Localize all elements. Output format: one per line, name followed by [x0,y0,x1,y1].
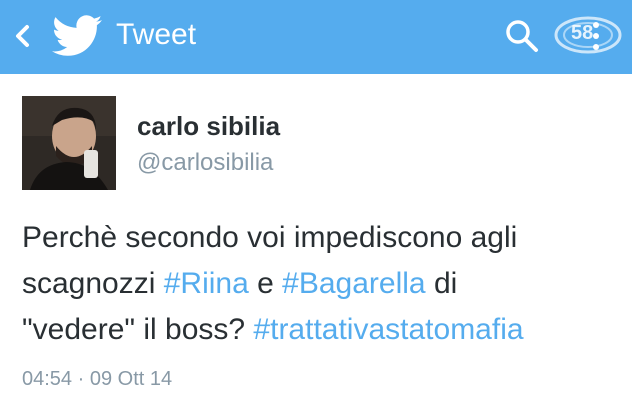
tweet-timestamp: 04:54 · 09 Ott 14 [22,366,172,392]
timestamp-separator: · [72,368,90,390]
tweet-text-segment: e [248,267,283,300]
tweet-text-segment: "vedere" il boss? [22,313,254,346]
overflow-menu-icon[interactable] [590,16,602,56]
top-app-bar: Tweet 58 [0,0,632,74]
hashtag-bagarella[interactable]: #Bagarella [282,267,425,300]
author-avatar[interactable] [22,96,116,190]
tweet-line-2: scagnozzi #Riina e #Bagarella di [22,261,622,307]
tweet-text-segment: di [425,267,458,300]
tweet-line-3: "vedere" il boss? #trattativastatomafia [22,307,622,353]
author-name[interactable]: carlo sibilia [137,110,280,142]
channel-watermark-logo: 58 [546,12,626,58]
avatar-photo [22,96,116,190]
tweet-text: Perchè secondo voi impediscono agli scag… [22,215,622,353]
search-icon[interactable] [502,16,542,56]
tweet-date: 09 Ott 14 [89,368,173,390]
tweet-time: 04:54 [22,368,73,390]
hashtag-trattativastatomafia[interactable]: #trattativastatomafia [253,313,523,346]
tweet-line-1: Perchè secondo voi impediscono agli [22,221,518,254]
tweet-text-segment: scagnozzi [22,267,164,300]
hashtag-riina[interactable]: #Riina [164,267,249,300]
page-title: Tweet [116,18,197,51]
author-handle: @carlosibilia [137,149,274,176]
back-chevron-icon[interactable] [12,20,34,52]
twitter-bird-icon [52,15,102,56]
